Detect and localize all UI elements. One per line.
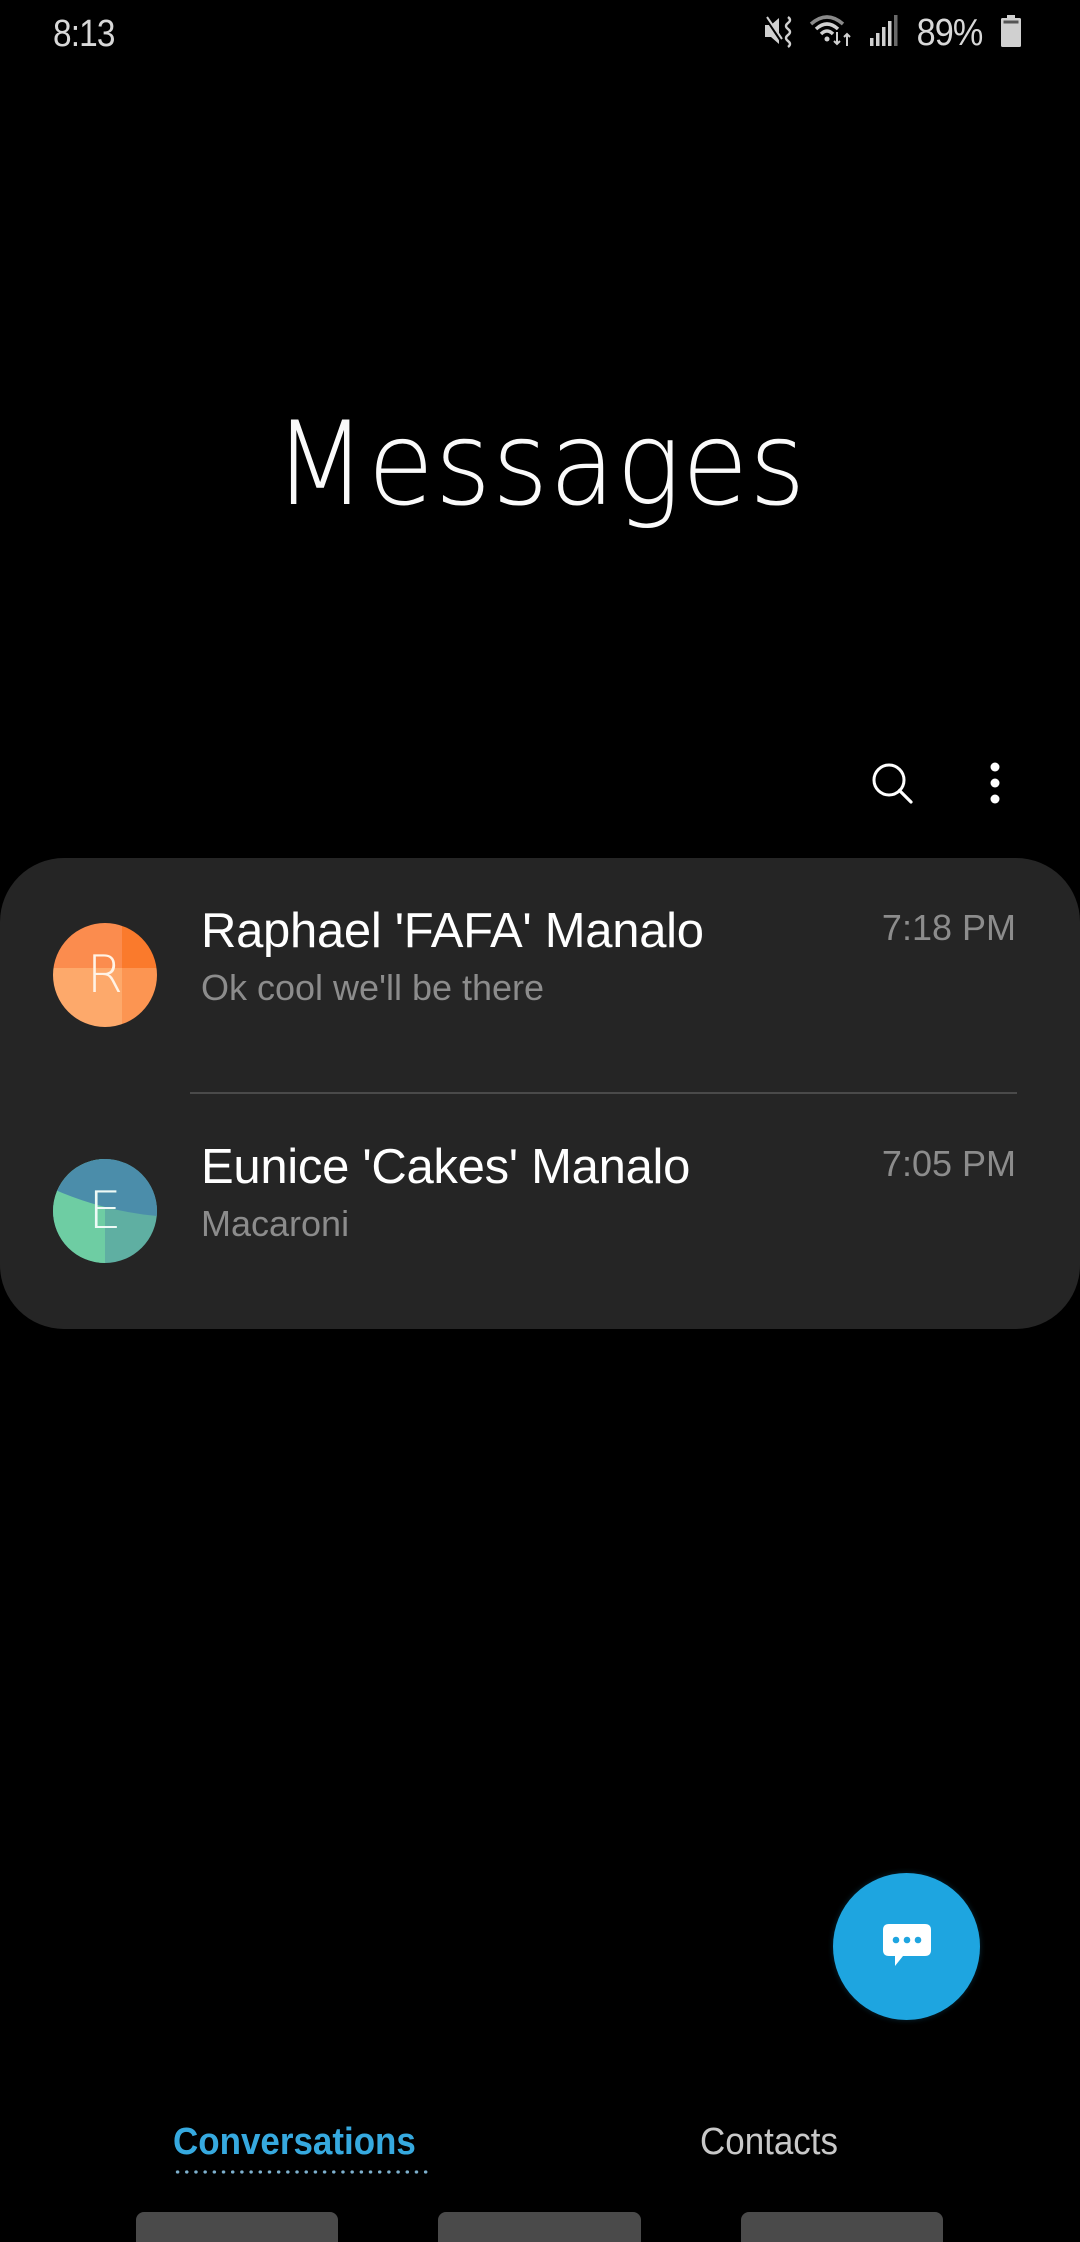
message-preview: Macaroni — [201, 1203, 350, 1244]
status-time: 8:13 — [53, 13, 115, 55]
search-icon — [872, 763, 913, 804]
signal-icon — [869, 14, 899, 53]
more-vertical-icon — [990, 762, 1000, 804]
message-time: 7:18 PM — [881, 907, 1016, 948]
contact-name: Raphael 'FAFA' Manalo — [201, 904, 704, 958]
avatar-initial: E — [88, 1181, 122, 1241]
nav-recents-button[interactable] — [136, 2212, 338, 2242]
status-icons: 89% — [763, 10, 1022, 56]
nav-back-button[interactable] — [741, 2212, 943, 2242]
active-tab-indicator — [173, 2170, 429, 2174]
message-time: 7:05 PM — [881, 1143, 1016, 1184]
conversation-list: R Raphael 'FAFA' Manalo Ok cool we'll be… — [0, 858, 1080, 1329]
conversation-item[interactable]: R Raphael 'FAFA' Manalo Ok cool we'll be… — [0, 858, 1080, 1093]
compose-message-button[interactable] — [833, 1873, 980, 2020]
avatar: E — [53, 1159, 157, 1263]
tab-conversations[interactable]: Conversations — [173, 2118, 416, 2166]
page-title: Messages — [273, 397, 807, 532]
contact-name: Eunice 'Cakes' Manalo — [201, 1140, 691, 1194]
battery-percent: 89% — [916, 11, 984, 54]
wifi-icon — [809, 14, 855, 53]
tab-contacts[interactable]: Contacts — [700, 2118, 838, 2166]
vibrate-mute-icon — [763, 14, 795, 53]
message-preview: Ok cool we'll be there — [201, 967, 545, 1008]
new-message-icon — [882, 1923, 931, 1966]
avatar: R — [53, 923, 157, 1027]
more-options-button[interactable] — [955, 743, 1035, 823]
conversation-item[interactable]: E Eunice 'Cakes' Manalo Macaroni 7:05 PM — [0, 1094, 1080, 1329]
nav-home-button[interactable] — [438, 2212, 641, 2242]
avatar-initial: R — [86, 945, 124, 1005]
battery-icon — [1000, 14, 1022, 53]
search-button[interactable] — [852, 743, 932, 823]
